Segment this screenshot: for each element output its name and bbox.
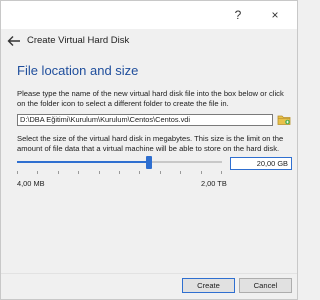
page-title: File location and size: [17, 63, 139, 78]
slider-tick: [160, 171, 161, 174]
help-button[interactable]: ?: [227, 5, 249, 25]
slider-tick: [119, 171, 120, 174]
slider-tick: [99, 171, 100, 174]
file-path-input[interactable]: D:\DBA Eğitimi\Kurulum\Kurulum\Centos\Ce…: [17, 114, 273, 126]
close-button[interactable]: ×: [264, 5, 286, 25]
slider-tick: [201, 171, 202, 174]
footer-divider: [1, 273, 297, 274]
title-bar: ? ×: [1, 1, 297, 29]
slider-tick: [180, 171, 181, 174]
wizard-header: Create Virtual Hard Disk: [1, 29, 297, 55]
max-size-label: 2,00 TB: [201, 179, 227, 188]
slider-tick: [221, 171, 222, 174]
slider-fill: [17, 161, 149, 163]
slider-tick: [78, 171, 79, 174]
slider-tick: [139, 171, 140, 174]
slider-tick: [37, 171, 38, 174]
create-virtual-hard-disk-dialog: ? × Create Virtual Hard Disk File locati…: [0, 0, 298, 300]
slider-tick: [17, 171, 18, 174]
location-description: Please type the name of the new virtual …: [17, 89, 284, 108]
disk-size-slider[interactable]: [17, 155, 222, 175]
folder-icon[interactable]: [277, 112, 291, 126]
back-arrow-icon[interactable]: [7, 35, 21, 47]
create-button[interactable]: Create: [182, 278, 235, 293]
min-size-label: 4,00 MB: [17, 179, 45, 188]
wizard-title: Create Virtual Hard Disk: [27, 35, 130, 46]
disk-size-input[interactable]: 20,00 GB: [230, 157, 292, 170]
size-description: Select the size of the virtual hard disk…: [17, 134, 284, 153]
slider-tick: [58, 171, 59, 174]
slider-ticks: [17, 171, 222, 175]
cancel-button[interactable]: Cancel: [239, 278, 292, 293]
slider-handle[interactable]: [146, 156, 152, 169]
